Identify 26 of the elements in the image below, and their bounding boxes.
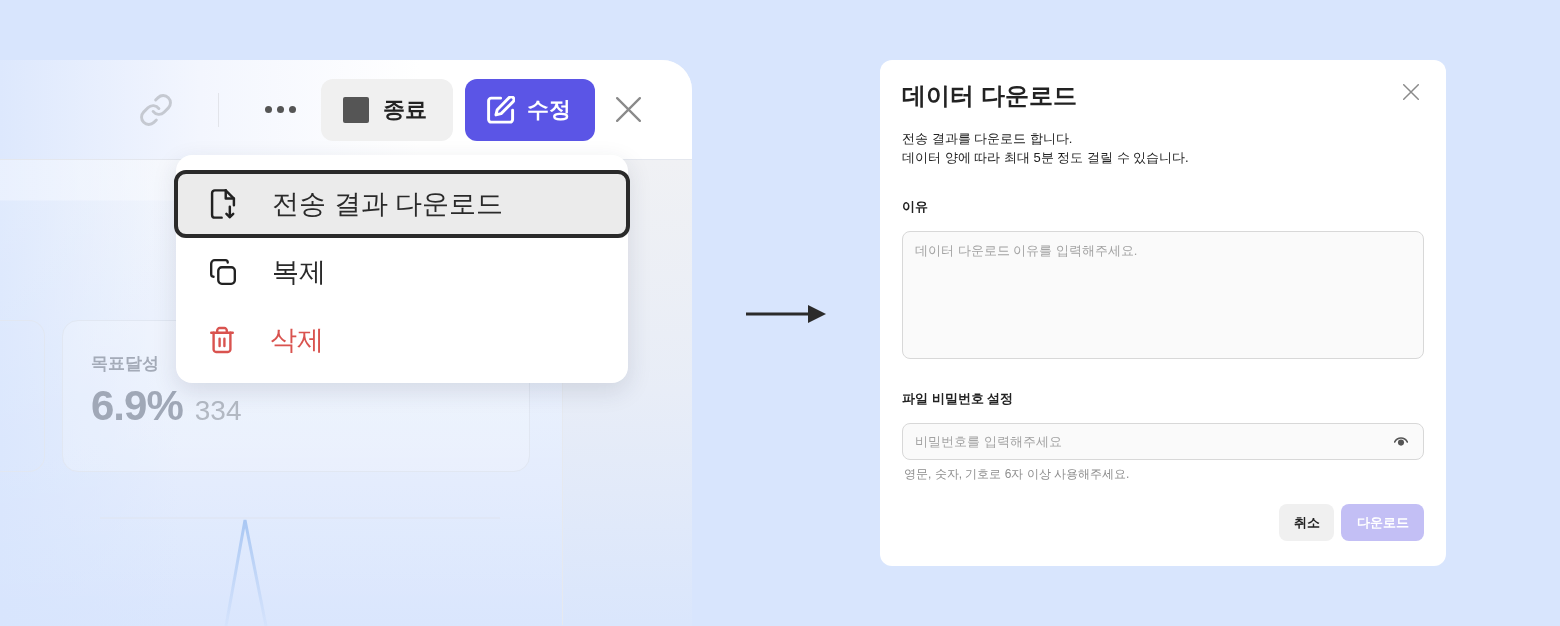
stop-button[interactable]: 종료 — [321, 78, 453, 141]
metric-label: 목표달성 — [91, 354, 159, 373]
close-icon[interactable] — [616, 97, 641, 122]
more-icon[interactable] — [265, 106, 296, 113]
password-field[interactable]: 비밀번호를 입력해주세요 — [902, 423, 1424, 460]
file-download-icon — [210, 189, 236, 219]
cancel-button[interactable]: 취소 — [1279, 504, 1334, 541]
edit-icon — [487, 95, 515, 124]
menu-item[interactable]: 전송 결과 다운로드 — [174, 170, 630, 238]
metric-value: 6.9% — [91, 381, 183, 431]
eye-icon[interactable] — [1394, 437, 1408, 447]
copy-icon — [210, 259, 236, 285]
edit-button[interactable]: 수정 — [465, 78, 595, 141]
square-icon — [343, 96, 369, 123]
trash-icon — [210, 326, 234, 354]
menu-item[interactable]: 삭제 — [176, 306, 628, 374]
field-label: 파일 비밀번호 설정 — [902, 391, 1015, 407]
metric-count: 334 — [194, 394, 242, 428]
description-text: 전송 결과를 다운로드 합니다. — [902, 130, 1074, 148]
close-icon[interactable] — [1403, 84, 1419, 100]
field-label: 이유 — [902, 199, 929, 215]
description-text: 데이터 양에 따라 최대 5분 정도 걸릴 수 있습니다. — [902, 149, 1190, 167]
text-area[interactable]: 데이터 다운로드 이유를 입력해주세요. — [902, 231, 1424, 359]
menu-item[interactable]: 복제 — [176, 238, 628, 306]
dialog-title: 데이터 다운로드 — [902, 81, 1077, 111]
hint-text: 영문, 숫자, 기호로 6자 이상 사용해주세요. — [903, 466, 1131, 482]
